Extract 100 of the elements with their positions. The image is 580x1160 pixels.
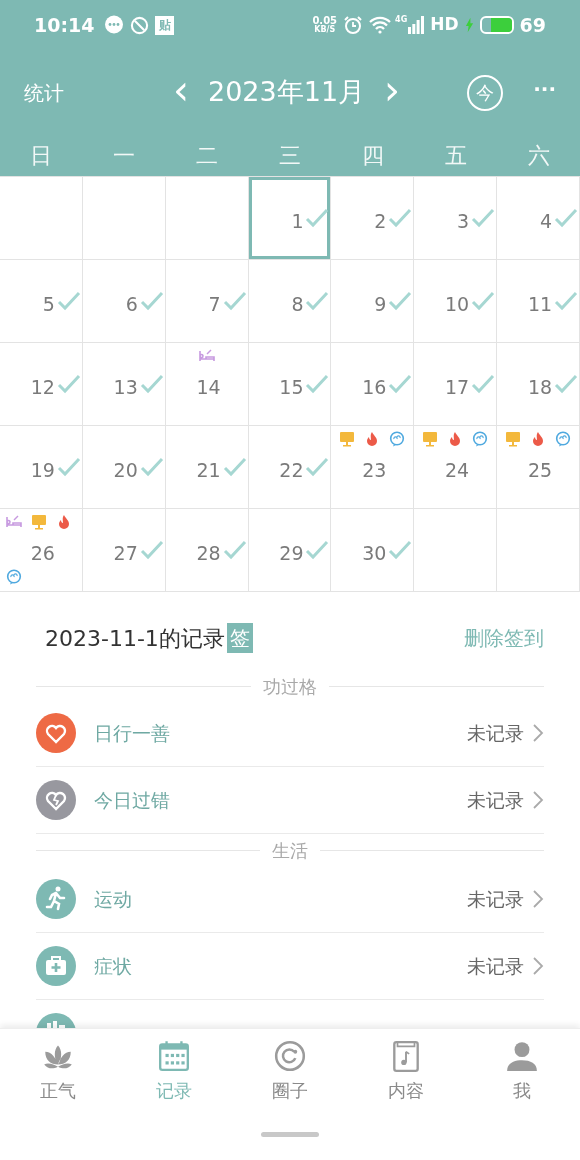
day-number[interactable]: 7 (190, 290, 221, 319)
alarm-icon (343, 15, 364, 35)
day-number[interactable]: 19 (24, 456, 55, 485)
chat-bubble-icon (6, 569, 22, 585)
calendar-day-cell[interactable]: 20 (82, 426, 166, 509)
record-row[interactable]: 症状 未记录 (36, 933, 544, 1000)
chevron-right-icon (532, 956, 544, 976)
record-label: 今日过错 (94, 787, 170, 813)
section-heading: 功过格 (262, 674, 318, 699)
day-number[interactable]: 11 (522, 290, 553, 319)
day-number[interactable]: 26 (24, 539, 55, 568)
calendar-day-cell[interactable]: 3 (414, 177, 498, 260)
calendar-day-cell[interactable]: 7 (165, 260, 249, 343)
day-number[interactable]: 17 (439, 373, 470, 402)
calendar-day-cell[interactable]: 16 (331, 343, 415, 426)
nav-tab[interactable]: 圈子 (232, 1039, 348, 1104)
record-row[interactable]: 今日过错 未记录 (36, 767, 544, 834)
previous-month-button[interactable]: ‹ (168, 69, 194, 116)
day-number[interactable]: 27 (107, 539, 138, 568)
today-button[interactable]: 今 (467, 74, 504, 111)
more-button[interactable]: ··· (533, 78, 556, 107)
record-status: 未记录 (467, 787, 524, 813)
record-row[interactable]: 日行一善 未记录 (36, 700, 544, 767)
calendar-day-cell[interactable]: 9 (331, 260, 415, 343)
day-number[interactable]: 20 (107, 456, 138, 485)
bed-icon (6, 514, 22, 530)
day-number[interactable]: 12 (24, 373, 55, 402)
calendar-day-cell[interactable]: 2 (331, 177, 415, 260)
day-number[interactable]: 13 (107, 373, 138, 402)
calendar-day-cell[interactable]: 1 (248, 177, 332, 260)
wifi-icon (369, 16, 392, 34)
nav-tab[interactable]: 我 (464, 1039, 580, 1104)
day-number[interactable]: 30 (356, 539, 387, 568)
record-row[interactable]: 运动 未记录 (36, 866, 544, 933)
calendar-day-cell[interactable]: 23 (331, 426, 415, 509)
calendar-day-cell[interactable]: 30 (331, 509, 415, 592)
day-number[interactable]: 16 (356, 373, 387, 402)
nav-tab[interactable]: 内容 (348, 1039, 464, 1104)
monitor-icon (31, 514, 47, 530)
day-number[interactable]: 15 (273, 373, 304, 402)
home-indicator[interactable] (261, 1132, 319, 1137)
calendar-day-cell[interactable]: 6 (82, 260, 166, 343)
chat-bubble-icon (472, 431, 489, 447)
nav-tab[interactable]: 记录 (116, 1039, 232, 1104)
calendar-day-cell[interactable]: 12 (0, 343, 83, 426)
day-number[interactable]: 28 (190, 539, 221, 568)
day-number[interactable]: 22 (273, 456, 304, 485)
stats-link[interactable]: 统计 (24, 77, 64, 108)
calendar-day-cell[interactable]: 17 (414, 343, 498, 426)
day-number[interactable]: 9 (356, 290, 387, 319)
day-number[interactable]: 25 (522, 456, 553, 485)
day-number[interactable]: 10 (439, 290, 470, 319)
calendar-day-cell[interactable]: 11 (497, 260, 580, 343)
weekday-label: 三 (279, 142, 301, 170)
calendar-day-cell[interactable]: 15 (248, 343, 332, 426)
network-type: 4G (395, 16, 408, 24)
delete-sign-in-link[interactable]: 删除签到 (464, 623, 544, 653)
calendar-day-cell[interactable]: 18 (497, 343, 580, 426)
day-number[interactable]: 24 (439, 456, 470, 485)
day-number[interactable]: 6 (107, 290, 138, 319)
monitor-icon (339, 431, 356, 447)
speed-value: 0.05 (312, 16, 338, 26)
calendar-day-cell[interactable]: 19 (0, 426, 83, 509)
day-number[interactable]: 4 (522, 207, 553, 236)
day-number[interactable]: 23 (356, 456, 387, 485)
person-icon (505, 1039, 539, 1073)
calendar-day-cell[interactable]: 14 (165, 343, 249, 426)
weekday-label: 五 (444, 142, 467, 170)
calendar-day-cell[interactable]: 5 (0, 260, 83, 343)
nav-tab[interactable]: 正气 (0, 1039, 116, 1104)
record-status: 未记录 (467, 720, 524, 746)
calendar-day-cell[interactable]: 4 (497, 177, 580, 260)
blocked-icon (130, 15, 150, 35)
day-number[interactable]: 14 (190, 373, 221, 402)
calendar-day-cell[interactable]: 24 (414, 426, 498, 509)
day-number[interactable]: 21 (190, 456, 221, 485)
calendar-day-cell[interactable]: 28 (165, 509, 249, 592)
chat-bubble-icon (389, 431, 406, 447)
calendar-day-cell[interactable]: 25 (497, 426, 580, 509)
day-number[interactable]: 1 (273, 207, 304, 236)
calendar-day-cell[interactable]: 29 (248, 509, 332, 592)
calendar-day-cell[interactable]: 21 (165, 426, 249, 509)
calendar-day-cell[interactable]: 26 (0, 509, 83, 592)
calendar-day-cell[interactable]: 8 (248, 260, 332, 343)
day-number[interactable]: 18 (522, 373, 553, 402)
day-number[interactable]: 8 (273, 290, 304, 319)
day-number[interactable]: 5 (24, 290, 55, 319)
calendar-day-cell[interactable]: 27 (82, 509, 166, 592)
next-month-button[interactable]: › (379, 69, 406, 116)
calendar-day-cell[interactable]: 22 (248, 426, 332, 509)
hd-label: HD (430, 13, 459, 37)
calendar-day-cell[interactable]: 13 (82, 343, 166, 426)
calendar-day-cell[interactable]: 10 (414, 260, 498, 343)
weekday-label: 一 (113, 142, 136, 170)
weekday-label: 二 (196, 142, 219, 170)
battery-percent: 69 (519, 12, 546, 38)
day-number[interactable]: 3 (439, 207, 470, 236)
clock-time: 10:14 (34, 12, 95, 38)
day-number[interactable]: 2 (356, 207, 387, 236)
day-number[interactable]: 29 (273, 539, 304, 568)
